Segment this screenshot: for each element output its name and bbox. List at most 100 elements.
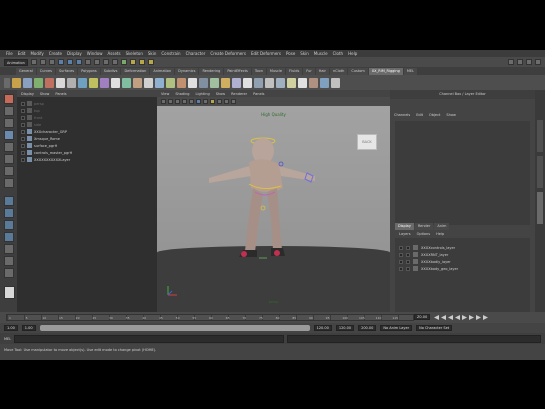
menu-cloth[interactable]: Cloth xyxy=(333,51,343,56)
playback-start-field[interactable]: 1.00 xyxy=(21,325,36,331)
rig-tool-icon[interactable] xyxy=(199,77,208,88)
ipr-render-icon[interactable] xyxy=(138,59,145,65)
channel-menu-show[interactable]: Show xyxy=(446,113,455,117)
menu-edit-deformers[interactable]: Edit Deformers xyxy=(251,51,281,56)
shelf-tab-custom[interactable]: Custom xyxy=(348,67,368,75)
menu-display[interactable]: Display xyxy=(67,51,82,56)
rig-tool-icon[interactable] xyxy=(287,77,296,88)
isolate-icon[interactable] xyxy=(231,99,236,104)
menu-help[interactable]: Help xyxy=(348,51,357,56)
rig-tool-icon[interactable] xyxy=(12,77,21,88)
image-plane-icon[interactable] xyxy=(175,99,180,104)
select-tool-icon[interactable] xyxy=(4,94,14,104)
menu-modify[interactable]: Modify xyxy=(30,51,43,56)
layout-graph-icon[interactable] xyxy=(4,232,14,242)
shelf-tab-polygons[interactable]: Polygons xyxy=(78,67,100,75)
viewport-menu-lighting[interactable]: Lighting xyxy=(196,92,210,96)
shelf-tab-subdivs[interactable]: Subdivs xyxy=(100,67,121,75)
menu-muscle[interactable]: Muscle xyxy=(314,51,328,56)
rig-tool-icon[interactable] xyxy=(56,77,65,88)
render-settings-icon[interactable] xyxy=(147,59,154,65)
select-component-icon[interactable] xyxy=(75,59,82,65)
visibility-checkbox[interactable] xyxy=(21,129,25,134)
layer-display-toggle[interactable] xyxy=(406,266,410,271)
rig-tool-icon[interactable] xyxy=(34,77,43,88)
visibility-checkbox[interactable] xyxy=(21,157,25,162)
xray-icon[interactable] xyxy=(224,99,229,104)
menu-set-dropdown[interactable]: Animation xyxy=(4,58,28,66)
visibility-checkbox[interactable] xyxy=(21,101,25,106)
viewport-menu-renderer[interactable]: Renderer xyxy=(231,92,247,96)
move-tool-icon[interactable] xyxy=(4,130,14,140)
menu-edit[interactable]: Edit xyxy=(18,51,26,56)
shelf-tab-ncloth[interactable]: nCloth xyxy=(329,67,348,75)
rig-tool-icon[interactable] xyxy=(67,77,76,88)
menu-character[interactable]: Character xyxy=(186,51,206,56)
visibility-checkbox[interactable] xyxy=(21,115,25,120)
attribute-editor-tab[interactable] xyxy=(537,120,543,152)
layer-menu-help[interactable]: Help xyxy=(436,232,444,236)
camera-attrs-icon[interactable] xyxy=(161,99,166,104)
menu-skin[interactable]: Skin xyxy=(300,51,309,56)
layer-tab-anim[interactable]: Anim xyxy=(434,223,450,230)
layer-row[interactable]: XXXXRNT_layer xyxy=(395,251,530,258)
layer-display-toggle[interactable] xyxy=(406,245,410,250)
outliner-item[interactable]: Xmsque_Rome xyxy=(17,135,157,142)
snap-curve-icon[interactable] xyxy=(93,59,100,65)
visibility-checkbox[interactable] xyxy=(21,150,25,155)
viewport-menu-view[interactable]: View xyxy=(161,92,169,96)
layer-row[interactable]: XXXXbody_geo_layer xyxy=(395,265,530,272)
layer-color-swatch[interactable] xyxy=(413,245,418,250)
shadows-icon[interactable] xyxy=(217,99,222,104)
menu-create[interactable]: Create xyxy=(49,51,62,56)
wireframe-icon[interactable] xyxy=(189,99,194,104)
shelf-tab-animation[interactable]: Animation xyxy=(150,67,175,75)
layer-visibility-toggle[interactable] xyxy=(399,245,403,250)
visibility-checkbox[interactable] xyxy=(21,143,25,148)
outliner-item[interactable]: persp xyxy=(17,100,157,107)
shelf-tab-painteffects[interactable]: PaintEffects xyxy=(224,67,251,75)
menu-skeleton[interactable]: Skeleton xyxy=(126,51,143,56)
outliner-item[interactable]: XXXcharacter_GRP xyxy=(17,128,157,135)
outliner-item[interactable]: front xyxy=(17,114,157,121)
current-frame-field[interactable]: Z0.00 xyxy=(414,314,431,320)
visibility-checkbox[interactable] xyxy=(21,136,25,141)
lasso-tool-icon[interactable] xyxy=(4,106,14,116)
layer-color-swatch[interactable] xyxy=(413,259,418,264)
viewport-scene[interactable]: High Quality BACK persp xyxy=(157,106,390,312)
smooth-shade-icon[interactable] xyxy=(196,99,201,104)
step-forward-key-icon[interactable] xyxy=(476,315,481,320)
open-scene-icon[interactable] xyxy=(39,59,46,65)
render-frame-icon[interactable] xyxy=(129,59,136,65)
rig-tool-icon[interactable] xyxy=(122,77,131,88)
layer-menu-layers[interactable]: Layers xyxy=(399,232,411,236)
visibility-checkbox[interactable] xyxy=(21,122,25,127)
scale-tool-icon[interactable] xyxy=(4,154,14,164)
tool-settings-icon[interactable] xyxy=(526,59,532,65)
rig-tool-icon[interactable] xyxy=(133,77,142,88)
select-object-icon[interactable] xyxy=(66,59,73,65)
layout-hypershade-icon[interactable] xyxy=(4,244,14,254)
layout-four-icon[interactable] xyxy=(4,208,14,218)
snap-grid-icon[interactable] xyxy=(84,59,91,65)
shelf-tab-mel[interactable]: MEL xyxy=(403,67,417,75)
rig-tool-icon[interactable] xyxy=(111,77,120,88)
last-tool-icon[interactable] xyxy=(4,178,14,188)
go-to-start-icon[interactable] xyxy=(434,315,439,320)
tool-settings-tab[interactable] xyxy=(537,156,543,188)
rig-tool-icon[interactable] xyxy=(265,77,274,88)
character-set-dropdown[interactable]: No Character Set xyxy=(416,325,453,331)
menu-constrain[interactable]: Constrain xyxy=(161,51,180,56)
attribute-editor-icon[interactable] xyxy=(517,59,523,65)
channel-menu-object[interactable]: Object xyxy=(429,113,440,117)
rig-tool-icon[interactable] xyxy=(254,77,263,88)
rig-tool-icon[interactable] xyxy=(320,77,329,88)
rig-tool-icon[interactable] xyxy=(221,77,230,88)
bookmark-icon[interactable] xyxy=(168,99,173,104)
layer-tab-display[interactable]: Display xyxy=(395,223,414,230)
viewcube[interactable]: BACK xyxy=(357,134,377,150)
step-back-frame-icon[interactable] xyxy=(448,315,453,320)
channel-box-tab[interactable] xyxy=(537,192,543,224)
shelf-tab-curves[interactable]: Curves xyxy=(36,67,55,75)
shelf-tab-rendering[interactable]: Rendering xyxy=(199,67,224,75)
